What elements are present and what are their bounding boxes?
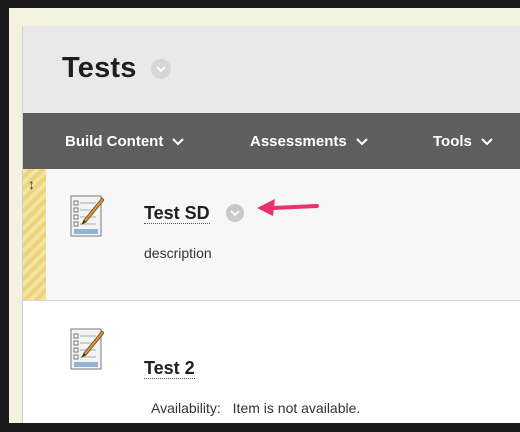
screenshot-frame: Tests Build Content Assessments Tools ↕ … xyxy=(0,0,520,432)
item-options-chevron-icon[interactable] xyxy=(226,204,244,222)
assessments-menu[interactable]: Assessments xyxy=(250,133,368,150)
tools-label: Tools xyxy=(433,133,472,150)
content-panel: Tests Build Content Assessments Tools ↕ … xyxy=(22,26,520,423)
page-title: Tests xyxy=(62,52,137,84)
build-content-label: Build Content xyxy=(65,133,164,150)
item-description: description xyxy=(144,245,212,261)
frame-border-bottom xyxy=(0,423,520,432)
chevron-down-icon xyxy=(356,137,368,145)
page-header: Tests xyxy=(23,26,520,113)
tools-menu[interactable]: Tools xyxy=(433,133,493,150)
frame-border-top xyxy=(0,0,520,8)
chevron-down-icon xyxy=(481,137,493,145)
content-item-test-2: Test 2 Availability: Item is not availab… xyxy=(23,301,520,423)
chevron-down-icon xyxy=(172,137,185,145)
action-toolbar: Build Content Assessments Tools xyxy=(23,113,520,169)
drag-strip[interactable]: ↕ xyxy=(23,169,46,300)
content-item-test-sd: ↕ Test SD description xyxy=(23,169,520,301)
title-chevron-down-icon[interactable] xyxy=(151,59,171,79)
availability-value: Item is not available. xyxy=(232,400,361,416)
build-content-menu[interactable]: Build Content xyxy=(65,133,185,150)
item-title-link[interactable]: Test 2 xyxy=(144,358,195,379)
drag-handle-icon[interactable]: ↕ xyxy=(28,176,35,192)
availability-label: Availability: xyxy=(151,400,221,416)
availability-row: Availability: Item is not available. xyxy=(151,400,360,416)
assessments-label: Assessments xyxy=(250,133,347,150)
test-pencil-icon xyxy=(70,328,104,370)
left-margin-strip xyxy=(9,8,22,432)
test-pencil-icon xyxy=(70,195,104,237)
frame-border-left xyxy=(0,0,9,432)
annotation-arrow-icon xyxy=(257,199,319,216)
item-title-link[interactable]: Test SD xyxy=(144,203,210,224)
top-dotted-strip xyxy=(9,8,520,27)
